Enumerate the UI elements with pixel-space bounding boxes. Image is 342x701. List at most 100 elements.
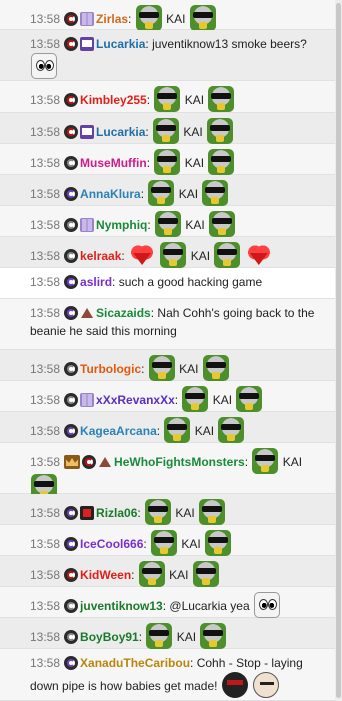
user-badge-icon[interactable] xyxy=(64,187,79,201)
username[interactable]: KageaArcana xyxy=(80,424,157,438)
message-timestamp: 13:58 xyxy=(30,599,61,613)
message-text: KAI xyxy=(184,156,205,170)
message-text: KAI xyxy=(282,455,303,469)
user-badge-icon[interactable] xyxy=(64,424,79,438)
username[interactable]: juventiknow13 xyxy=(80,599,163,613)
user-badge-icon[interactable] xyxy=(64,306,79,320)
user-badge-icon[interactable] xyxy=(64,218,79,232)
kai-emote-icon xyxy=(202,355,229,381)
username-separator: : xyxy=(244,455,252,469)
username[interactable]: Sicazaids xyxy=(96,306,151,320)
user-badge-icon[interactable] xyxy=(64,37,79,51)
user-badge-icon[interactable] xyxy=(64,506,79,520)
user-badge-icon[interactable] xyxy=(82,455,97,469)
message-text: KAI xyxy=(181,537,201,551)
eyes-emote-icon xyxy=(253,592,280,618)
chat-message: 13:58 Turbologic: KAI xyxy=(0,350,335,381)
kai-emote-icon xyxy=(205,530,232,556)
user-badge-icon[interactable] xyxy=(80,306,94,320)
username[interactable]: BoyBoy91 xyxy=(80,630,139,644)
username[interactable]: HeWhoFightsMonsters xyxy=(114,455,245,469)
username[interactable]: XanaduTheCaribou xyxy=(80,656,190,670)
username-separator: : xyxy=(190,656,197,670)
username[interactable]: aslird xyxy=(80,275,112,289)
user-badge-icon[interactable] xyxy=(64,156,79,170)
kai-emote-icon xyxy=(218,417,245,443)
user-badge-icon[interactable] xyxy=(80,218,95,232)
user-badge-icon[interactable] xyxy=(64,93,79,107)
user-badge-icon[interactable] xyxy=(80,393,95,407)
username-separator: : xyxy=(141,362,148,376)
message-text: KAI xyxy=(169,568,189,582)
chat-message: 13:58 BoyBoy91: KAI xyxy=(0,618,335,649)
chat-message: 13:58 IceCool666: KAI xyxy=(0,525,335,556)
kai-emote-icon xyxy=(199,499,226,525)
user-badge-icon[interactable] xyxy=(64,537,79,551)
chat-message: 13:58 juventiknow13: @Lucarkia yea xyxy=(0,587,335,618)
username[interactable]: Lucarkia xyxy=(96,125,145,139)
username[interactable]: kelraak xyxy=(80,249,121,263)
username[interactable]: IceCool666 xyxy=(80,537,143,551)
message-timestamp: 13:58 xyxy=(30,275,61,289)
message-text: KAI xyxy=(212,393,233,407)
username-separator: : xyxy=(146,93,154,107)
user-badge-icon[interactable] xyxy=(64,455,81,469)
message-timestamp: 13:58 xyxy=(30,537,61,551)
user-badge-icon[interactable] xyxy=(64,125,79,139)
message-timestamp: 13:58 xyxy=(30,393,61,407)
user-badge-icon[interactable] xyxy=(80,37,95,51)
user-badge-icon[interactable] xyxy=(64,249,79,263)
username[interactable]: MuseMuffin xyxy=(80,156,147,170)
kai-emote-icon xyxy=(153,118,180,144)
username[interactable]: Turbologic xyxy=(80,362,141,376)
face-emote-icon xyxy=(253,672,280,698)
user-badge-icon[interactable] xyxy=(64,630,79,644)
kai-emote-icon xyxy=(145,499,172,525)
username[interactable]: xXxRevanxXx xyxy=(96,393,175,407)
username-separator: : xyxy=(140,187,148,201)
username-separator: : xyxy=(128,12,135,26)
chat-message: 13:58 kelraak: KAI xyxy=(0,237,335,268)
user-badge-icon[interactable] xyxy=(64,12,79,26)
kai-emote-icon xyxy=(214,242,241,268)
message-text: KAI xyxy=(178,187,199,201)
username-separator: : xyxy=(137,506,145,520)
user-badge-icon[interactable] xyxy=(64,656,79,670)
kai-emote-icon xyxy=(164,417,191,443)
username[interactable]: Lucarkia xyxy=(96,37,145,51)
username[interactable]: Nymphiq xyxy=(96,218,147,232)
user-badge-icon[interactable] xyxy=(98,455,112,469)
user-badge-icon[interactable] xyxy=(64,599,79,613)
message-text: juventiknow13 smoke beers? xyxy=(152,37,307,51)
message-timestamp: 13:58 xyxy=(30,37,61,51)
user-badge-icon[interactable] xyxy=(64,393,79,407)
message-timestamp: 13:58 xyxy=(30,156,61,170)
kai-emote-icon xyxy=(252,448,279,474)
heart-emote-icon xyxy=(129,242,156,268)
chat-message: 13:58 AnnaKlura: KAI xyxy=(0,175,335,206)
user-badge-icon[interactable] xyxy=(80,125,95,139)
username[interactable]: AnnaKlura xyxy=(80,187,141,201)
username[interactable]: KidWeen xyxy=(80,568,131,582)
user-badge-icon[interactable] xyxy=(80,506,95,520)
user-badge-icon[interactable] xyxy=(80,12,95,26)
user-badge-icon[interactable] xyxy=(64,275,79,289)
chat-scrollbar[interactable] xyxy=(335,0,342,701)
username-separator: : xyxy=(174,393,182,407)
message-text: KAI xyxy=(185,218,205,232)
message-text: such a good hacking game xyxy=(118,275,263,289)
user-badge-icon[interactable] xyxy=(64,568,79,582)
chat-scrollbar-thumb[interactable] xyxy=(336,3,341,698)
user-badge-icon[interactable] xyxy=(64,362,79,376)
username[interactable]: Rizla06 xyxy=(96,506,137,520)
chat-message: 13:58 Sicazaids: Nah Cohh's going back to… xyxy=(0,299,335,350)
pipe-emote-icon xyxy=(221,672,248,698)
message-timestamp: 13:58 xyxy=(30,218,61,232)
message-text: KAI xyxy=(175,506,195,520)
username[interactable]: Zirlas xyxy=(96,12,128,26)
username-separator: : xyxy=(131,568,138,582)
message-text: KAI xyxy=(190,249,211,263)
username[interactable]: Kimbley255 xyxy=(80,93,147,107)
message-timestamp: 13:58 xyxy=(30,125,61,139)
kai-emote-icon xyxy=(151,530,178,556)
